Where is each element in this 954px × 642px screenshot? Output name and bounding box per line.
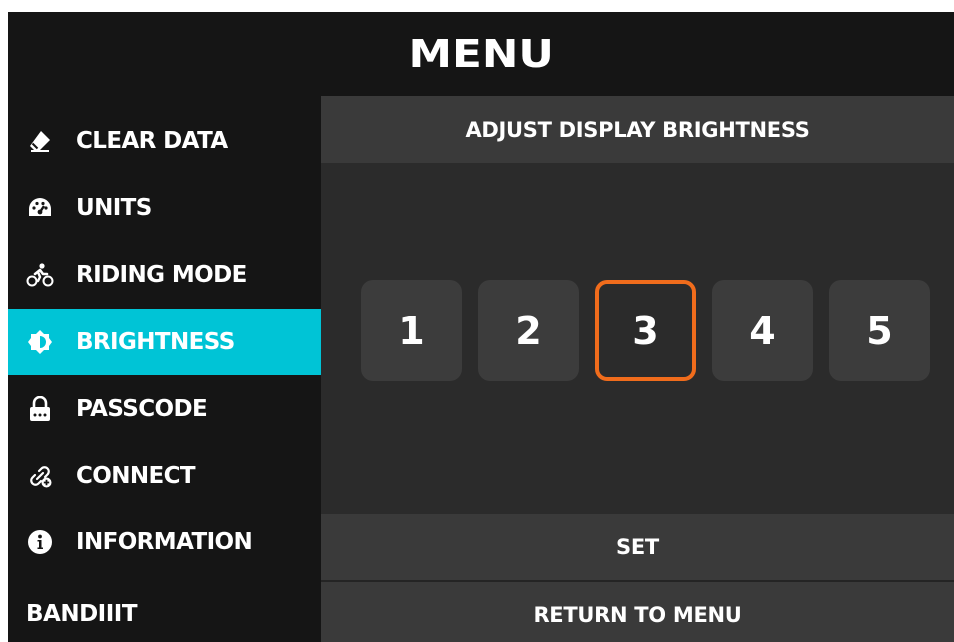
sidebar-item-label: UNITS (76, 195, 152, 221)
sidebar-item-label: CLEAR DATA (76, 128, 228, 154)
header: MENU (8, 12, 954, 96)
panel-title: ADJUST DISPLAY BRIGHTNESS (465, 117, 810, 142)
sidebar-item-passcode[interactable]: PASSCODE (8, 376, 321, 442)
lock-icon (26, 395, 54, 423)
set-button[interactable]: SET (321, 514, 954, 580)
info-icon (26, 528, 54, 556)
brightness-panel: ADJUST DISPLAY BRIGHTNESS 1 2 3 4 5 SET … (321, 96, 954, 642)
sidebar-item-label: CONNECT (76, 463, 196, 489)
brightness-level-1[interactable]: 1 (361, 280, 462, 381)
brightness-level-5[interactable]: 5 (829, 280, 930, 381)
sidebar-item-brightness[interactable]: BRIGHTNESS (8, 309, 321, 375)
sidebar-item-connect[interactable]: CONNECT (8, 443, 321, 509)
sidebar-item-clear-data[interactable]: CLEAR DATA (8, 108, 321, 174)
link-plus-icon (26, 462, 54, 490)
brand-logo: BANDIIIT (26, 601, 138, 627)
return-to-menu-button[interactable]: RETURN TO MENU (321, 582, 954, 642)
sidebar-item-label: BRIGHTNESS (76, 329, 235, 355)
cyclist-icon (26, 261, 54, 289)
page-title: MENU (408, 32, 554, 76)
sidebar: CLEAR DATA UNITS RIDING MODE BRIGHTNESS … (8, 96, 321, 642)
sidebar-item-label: PASSCODE (76, 396, 208, 422)
device-screen: MENU CLEAR DATA UNITS RIDING MODE BRIGHT… (8, 12, 954, 642)
panel-header: ADJUST DISPLAY BRIGHTNESS (321, 96, 954, 163)
sidebar-item-riding-mode[interactable]: RIDING MODE (8, 242, 321, 308)
brightness-level-4[interactable]: 4 (712, 280, 813, 381)
sidebar-item-units[interactable]: UNITS (8, 175, 321, 241)
eraser-icon (26, 127, 54, 155)
brightness-levels: 1 2 3 4 5 (361, 280, 946, 381)
sidebar-item-information[interactable]: INFORMATION (8, 509, 321, 575)
brightness-icon (26, 328, 54, 356)
brightness-level-3[interactable]: 3 (595, 280, 696, 381)
sidebar-item-label: RIDING MODE (76, 262, 247, 288)
sidebar-item-label: INFORMATION (76, 529, 253, 555)
speedometer-icon (26, 194, 54, 222)
brightness-level-2[interactable]: 2 (478, 280, 579, 381)
